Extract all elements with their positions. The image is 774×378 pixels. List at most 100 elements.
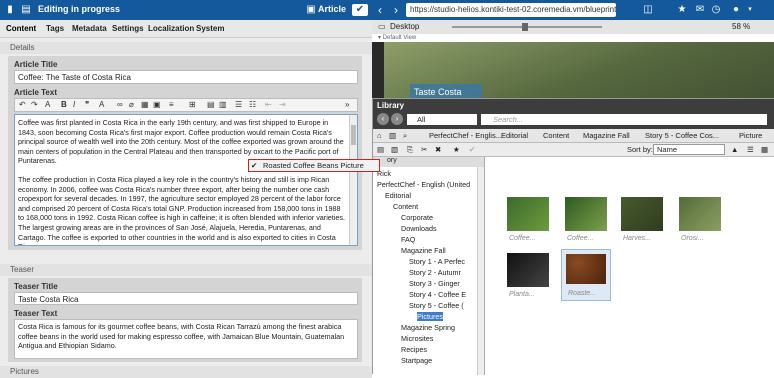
ordered-list-icon[interactable]: ☰ <box>235 100 242 109</box>
search-mode-icon[interactable]: ⌕ <box>403 131 407 141</box>
external-preview-icon[interactable]: ◫ <box>642 4 654 16</box>
link-icon[interactable]: ∞ <box>117 100 123 109</box>
breadcrumb-item[interactable]: Content <box>543 131 569 140</box>
default-view-label[interactable]: ▾ Default View <box>372 34 774 42</box>
text-style-icon[interactable]: A <box>45 100 50 109</box>
tree-node[interactable]: Pictures <box>417 312 443 321</box>
library-back-icon[interactable]: ‹ <box>377 113 389 125</box>
tree-node[interactable]: Corporate <box>401 213 433 222</box>
checkin-icon[interactable]: ✔ <box>352 4 368 16</box>
tab-settings[interactable]: Settings <box>112 24 144 33</box>
bullet-list-icon[interactable]: ☷ <box>249 100 256 109</box>
library-search-input[interactable]: Search... <box>481 114 767 125</box>
thumbnail-label[interactable]: Harves... <box>623 235 651 242</box>
thumbnail-label[interactable]: Coffee... <box>567 235 593 242</box>
tab-tags[interactable]: Tags <box>46 24 64 33</box>
breadcrumb-item[interactable]: PerfectChef - Englis... <box>429 131 502 140</box>
italic-icon[interactable]: I <box>73 100 75 109</box>
delete-icon[interactable]: ✖ <box>435 145 441 154</box>
article-title-input[interactable]: Coffee: The Taste of Costa Rica <box>14 70 358 84</box>
paste-icon[interactable]: ▤ <box>207 100 215 109</box>
device-select[interactable]: Desktop <box>390 22 419 31</box>
tree-node[interactable]: Story 4 - Coffee E <box>409 290 466 299</box>
copy-icon[interactable]: ⎘ <box>407 145 413 155</box>
tree-node[interactable]: Story 3 - Ginger <box>409 279 460 288</box>
approve-icon[interactable]: ✔ <box>469 145 475 154</box>
forward-icon[interactable]: › <box>390 4 402 16</box>
tab-system[interactable]: System <box>196 24 224 33</box>
redo-icon[interactable]: ↷ <box>31 100 38 109</box>
tab-metadata[interactable]: Metadata <box>72 24 107 33</box>
tab-content[interactable]: Content <box>6 24 36 33</box>
tree-node[interactable]: Recipes <box>401 345 427 354</box>
unlink-icon[interactable]: ⌀ <box>129 100 134 109</box>
undo-icon[interactable]: ↶ <box>19 100 26 109</box>
tree-view-icon[interactable]: ▥ <box>389 131 396 140</box>
font-color-icon[interactable]: A <box>99 100 104 109</box>
collapse-panel-icon[interactable]: ▮ <box>4 4 16 16</box>
breadcrumb-item[interactable]: Editorial <box>501 131 528 140</box>
breadcrumb-item[interactable]: Story 5 - Coffee Cos... <box>645 131 719 140</box>
clock-icon[interactable]: ◷ <box>710 4 722 16</box>
user-menu-chevron-icon[interactable]: ▾ <box>744 4 756 16</box>
thumbnail-label[interactable]: Coffee... <box>509 235 535 242</box>
details-section-header[interactable]: Details <box>0 42 372 54</box>
teaser-text-editor[interactable]: Costa Rica is famous for its gourmet cof… <box>14 319 358 359</box>
tree-node[interactable]: Editorial <box>385 191 411 200</box>
thumbnail-image[interactable] <box>621 197 663 231</box>
thumbnail-image[interactable] <box>565 197 607 231</box>
favorite-star-icon[interactable]: ★ <box>676 4 688 16</box>
grid-view-icon[interactable]: ▦ <box>761 145 768 154</box>
home-icon[interactable]: ⌂ <box>377 131 382 140</box>
tree-node[interactable]: Magazine Fall <box>401 246 446 255</box>
thumbnail-label[interactable]: Roaste... <box>568 290 596 297</box>
align-icon[interactable]: ≡ <box>169 100 174 109</box>
tree-node[interactable]: Magazine Spring <box>401 323 455 332</box>
tree-node[interactable]: Content <box>393 202 418 211</box>
zoom-slider-thumb[interactable] <box>522 23 528 31</box>
tree-node[interactable]: FAQ <box>401 235 415 244</box>
sort-select[interactable]: Name <box>653 144 725 155</box>
list-view-icon[interactable]: ☰ <box>747 145 754 154</box>
mail-icon[interactable]: ✉ <box>694 4 706 16</box>
breadcrumb-item[interactable]: Magazine Fall <box>583 131 630 140</box>
thumbnail-image[interactable] <box>507 197 549 231</box>
user-icon[interactable]: ● <box>730 4 742 16</box>
back-icon[interactable]: ‹ <box>374 4 386 16</box>
paste-text-icon[interactable]: ▥ <box>219 100 227 109</box>
bookmark-icon[interactable]: ★ <box>453 145 460 154</box>
article-text-editor[interactable]: Coffee was first planted in Costa Rica i… <box>14 114 358 246</box>
thumbnail-label[interactable]: Orosi... <box>681 235 704 242</box>
library-filter-select[interactable]: All <box>407 114 477 125</box>
tab-localization[interactable]: Localization <box>148 24 194 33</box>
more-tools-icon[interactable]: » <box>345 100 349 109</box>
tree-node[interactable]: Story 2 - Autumr <box>409 268 461 277</box>
library-forward-icon[interactable]: › <box>391 113 403 125</box>
new-content-icon[interactable]: ▤ <box>377 145 384 154</box>
pictures-section-header[interactable]: Pictures <box>0 366 372 378</box>
outdent-icon[interactable]: ⇤ <box>265 100 272 109</box>
tree-node[interactable]: Downloads <box>401 224 437 233</box>
new-folder-icon[interactable]: ▧ <box>391 145 398 154</box>
bold-icon[interactable]: B <box>61 100 67 109</box>
tree-scrollbar[interactable] <box>477 167 484 375</box>
embed-icon[interactable]: ▣ <box>153 100 161 109</box>
thumbnail-label[interactable]: Planta... <box>509 291 535 298</box>
table-icon[interactable]: ⊞ <box>189 100 196 109</box>
tree-node[interactable]: PerfectChef - English (United <box>377 180 470 189</box>
image-icon[interactable]: ▦ <box>141 100 149 109</box>
editor-scrollbar[interactable] <box>349 115 357 245</box>
quote-icon[interactable]: ❞ <box>85 100 89 109</box>
thumbnail-image[interactable] <box>679 197 721 231</box>
breadcrumb-item[interactable]: Picture <box>739 131 762 140</box>
thumbnail-image[interactable] <box>566 254 606 284</box>
sort-direction-icon[interactable]: ▲ <box>731 145 738 154</box>
cut-icon[interactable]: ✂ <box>421 145 427 154</box>
preview-url-field[interactable]: https://studio-helios.kontiki-test-02.co… <box>406 3 616 17</box>
teaser-title-input[interactable]: Taste Costa Rica <box>14 292 358 305</box>
teaser-section-header[interactable]: Teaser <box>0 264 372 276</box>
tree-node[interactable]: Startpage <box>401 356 432 365</box>
indent-icon[interactable]: ⇥ <box>279 100 286 109</box>
tree-node[interactable]: Microsites <box>401 334 433 343</box>
thumbnail-image[interactable] <box>507 253 549 287</box>
